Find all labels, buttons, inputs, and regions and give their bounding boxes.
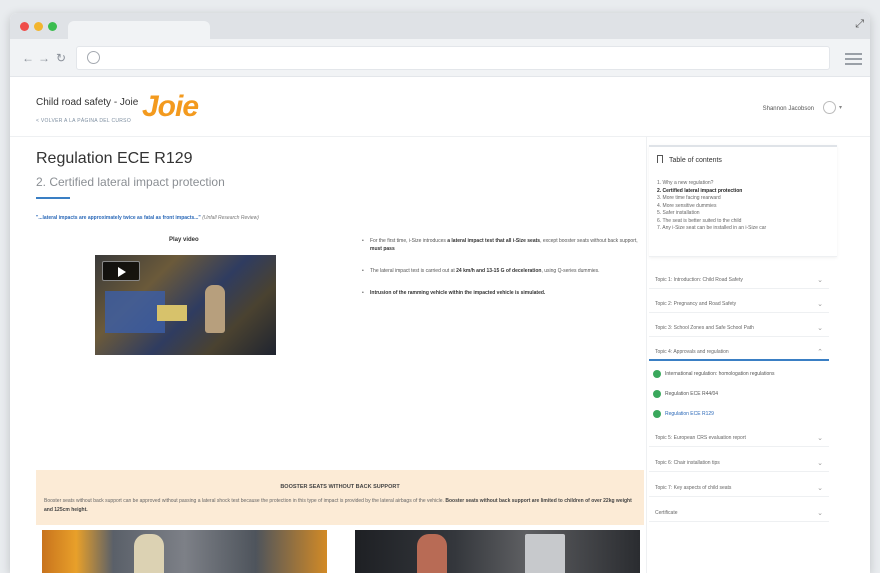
topic-5[interactable]: Topic 5: European CRS evaluation report ⌄: [649, 429, 829, 447]
topic-2[interactable]: Topic 2: Pregnancy and Road Safety ⌄: [649, 295, 829, 313]
video-frame-detail: [157, 305, 187, 321]
page-content: Child road safety - Joie < VOLVER A LA P…: [10, 77, 870, 573]
bullet-item: For the first time, i-Size introduces a …: [360, 237, 640, 253]
video-frame-dummy: [205, 285, 225, 333]
forward-arrow-icon[interactable]: →: [38, 51, 50, 65]
side-panel: [525, 534, 565, 573]
main-content: Regulation ECE R129 2. Certified lateral…: [10, 137, 646, 573]
reload-icon[interactable]: ↻: [56, 51, 66, 65]
chevron-down-icon: ⌄: [817, 325, 823, 332]
toc-item-active[interactable]: 2. Certified lateral impact protection: [657, 188, 766, 196]
bullet-list: For the first time, i-Size introduces a …: [360, 237, 640, 311]
crash-test-photo: [42, 530, 327, 573]
maximize-window-button[interactable]: [48, 22, 57, 31]
tab-bar: ⤢: [10, 13, 870, 39]
globe-icon: [87, 51, 100, 64]
back-to-course-link[interactable]: < VOLVER A LA PÁGINA DEL CURSO: [36, 118, 131, 124]
lesson-item[interactable]: Regulation ECE R44/04: [649, 385, 829, 403]
minimize-window-button[interactable]: [34, 22, 43, 31]
topic-7[interactable]: Topic 7: Key aspects of child seats ⌄: [649, 479, 829, 497]
dummy-figure: [134, 534, 164, 573]
course-title: Child road safety - Joie: [36, 97, 139, 108]
toc-item[interactable]: 6. The seat is better suited to the chil…: [657, 218, 766, 226]
info-alert: BOOSTER SEATS WITHOUT BACK SUPPORT Boost…: [36, 470, 644, 525]
play-video-label: Play video: [169, 237, 199, 243]
certificate[interactable]: Certificate ⌄: [649, 504, 829, 522]
toc-item[interactable]: 4. More sensitive dummies: [657, 203, 766, 211]
page-subtitle: 2. Certified lateral impact protection: [36, 175, 225, 189]
dummy-figure: [417, 534, 447, 573]
fullscreen-icon[interactable]: ⤢: [855, 18, 864, 31]
browser-toolbar: ← → ↻: [10, 39, 870, 77]
chevron-down-icon: ⌄: [817, 301, 823, 308]
check-icon: [653, 370, 661, 378]
quote-text: "...lateral impacts are approximately tw…: [36, 215, 201, 221]
quote-source: (Unfall Research Review): [202, 215, 259, 221]
crash-test-photo: [355, 530, 640, 573]
toc-item[interactable]: 7. Any i-Size seat can be installed in a…: [657, 225, 766, 233]
chevron-down-icon: ⌄: [817, 485, 823, 492]
topic-4[interactable]: Topic 4: Approvals and regulation ⌃: [649, 343, 829, 361]
page-title: Regulation ECE R129: [36, 150, 193, 167]
user-name[interactable]: Shannon Jacobson: [763, 106, 814, 112]
alert-title: BOOSTER SEATS WITHOUT BACK SUPPORT: [280, 484, 400, 490]
lesson-item[interactable]: International regulation: homologation r…: [649, 365, 829, 383]
check-icon: [653, 410, 661, 418]
bullet-item: The lateral impact test is carried out a…: [360, 267, 640, 275]
toc-item[interactable]: 5. Safer installation: [657, 210, 766, 218]
video-player[interactable]: [95, 255, 276, 355]
close-window-button[interactable]: [20, 22, 29, 31]
check-icon: [653, 390, 661, 398]
sidebar: Table of contents 1. Why a new regulatio…: [646, 137, 838, 573]
chevron-down-icon: ⌄: [817, 460, 823, 467]
browser-tab[interactable]: [68, 21, 210, 39]
table-of-contents: Table of contents 1. Why a new regulatio…: [649, 145, 837, 257]
chevron-down-icon: ⌄: [817, 510, 823, 517]
bullet-item: Intrusion of the ramming vehicle within …: [360, 289, 640, 297]
video-frame-detail: [105, 291, 165, 333]
lesson-item-current[interactable]: Regulation ECE R129: [649, 405, 829, 423]
chevron-down-icon: ⌄: [817, 435, 823, 442]
site-header: Child road safety - Joie < VOLVER A LA P…: [10, 77, 870, 137]
toc-item[interactable]: 3. More time facing rearward: [657, 195, 766, 203]
toc-title: Table of contents: [657, 155, 722, 164]
hamburger-menu-icon[interactable]: [845, 53, 862, 68]
address-bar[interactable]: [76, 46, 830, 70]
chevron-down-icon: ⌄: [817, 277, 823, 284]
alert-text: Booster seats without back support can b…: [44, 498, 632, 513]
browser-window: ⤢ ← → ↻ Child road safety - Joie < VOLVE…: [10, 13, 870, 573]
chevron-down-icon[interactable]: ▾: [839, 104, 842, 111]
joie-logo: Joie: [142, 90, 199, 123]
topic-6[interactable]: Topic 6: Chair installation tips ⌄: [649, 454, 829, 472]
topic-3[interactable]: Topic 3: School Zones and Safe School Pa…: [649, 319, 829, 337]
toc-item[interactable]: 1. Why a new regulation?: [657, 180, 766, 188]
bookmark-icon: [657, 155, 663, 163]
title-underline: [36, 197, 70, 199]
chevron-up-icon: ⌃: [817, 349, 823, 356]
user-avatar-icon[interactable]: [823, 101, 836, 114]
toc-list: 1. Why a new regulation? 2. Certified la…: [657, 180, 766, 233]
play-button[interactable]: [102, 261, 140, 281]
topic-1[interactable]: Topic 1: Introduction: Child Road Safety…: [649, 271, 829, 289]
back-arrow-icon[interactable]: ←: [22, 51, 34, 65]
quote: "...lateral impacts are approximately tw…: [36, 215, 259, 221]
